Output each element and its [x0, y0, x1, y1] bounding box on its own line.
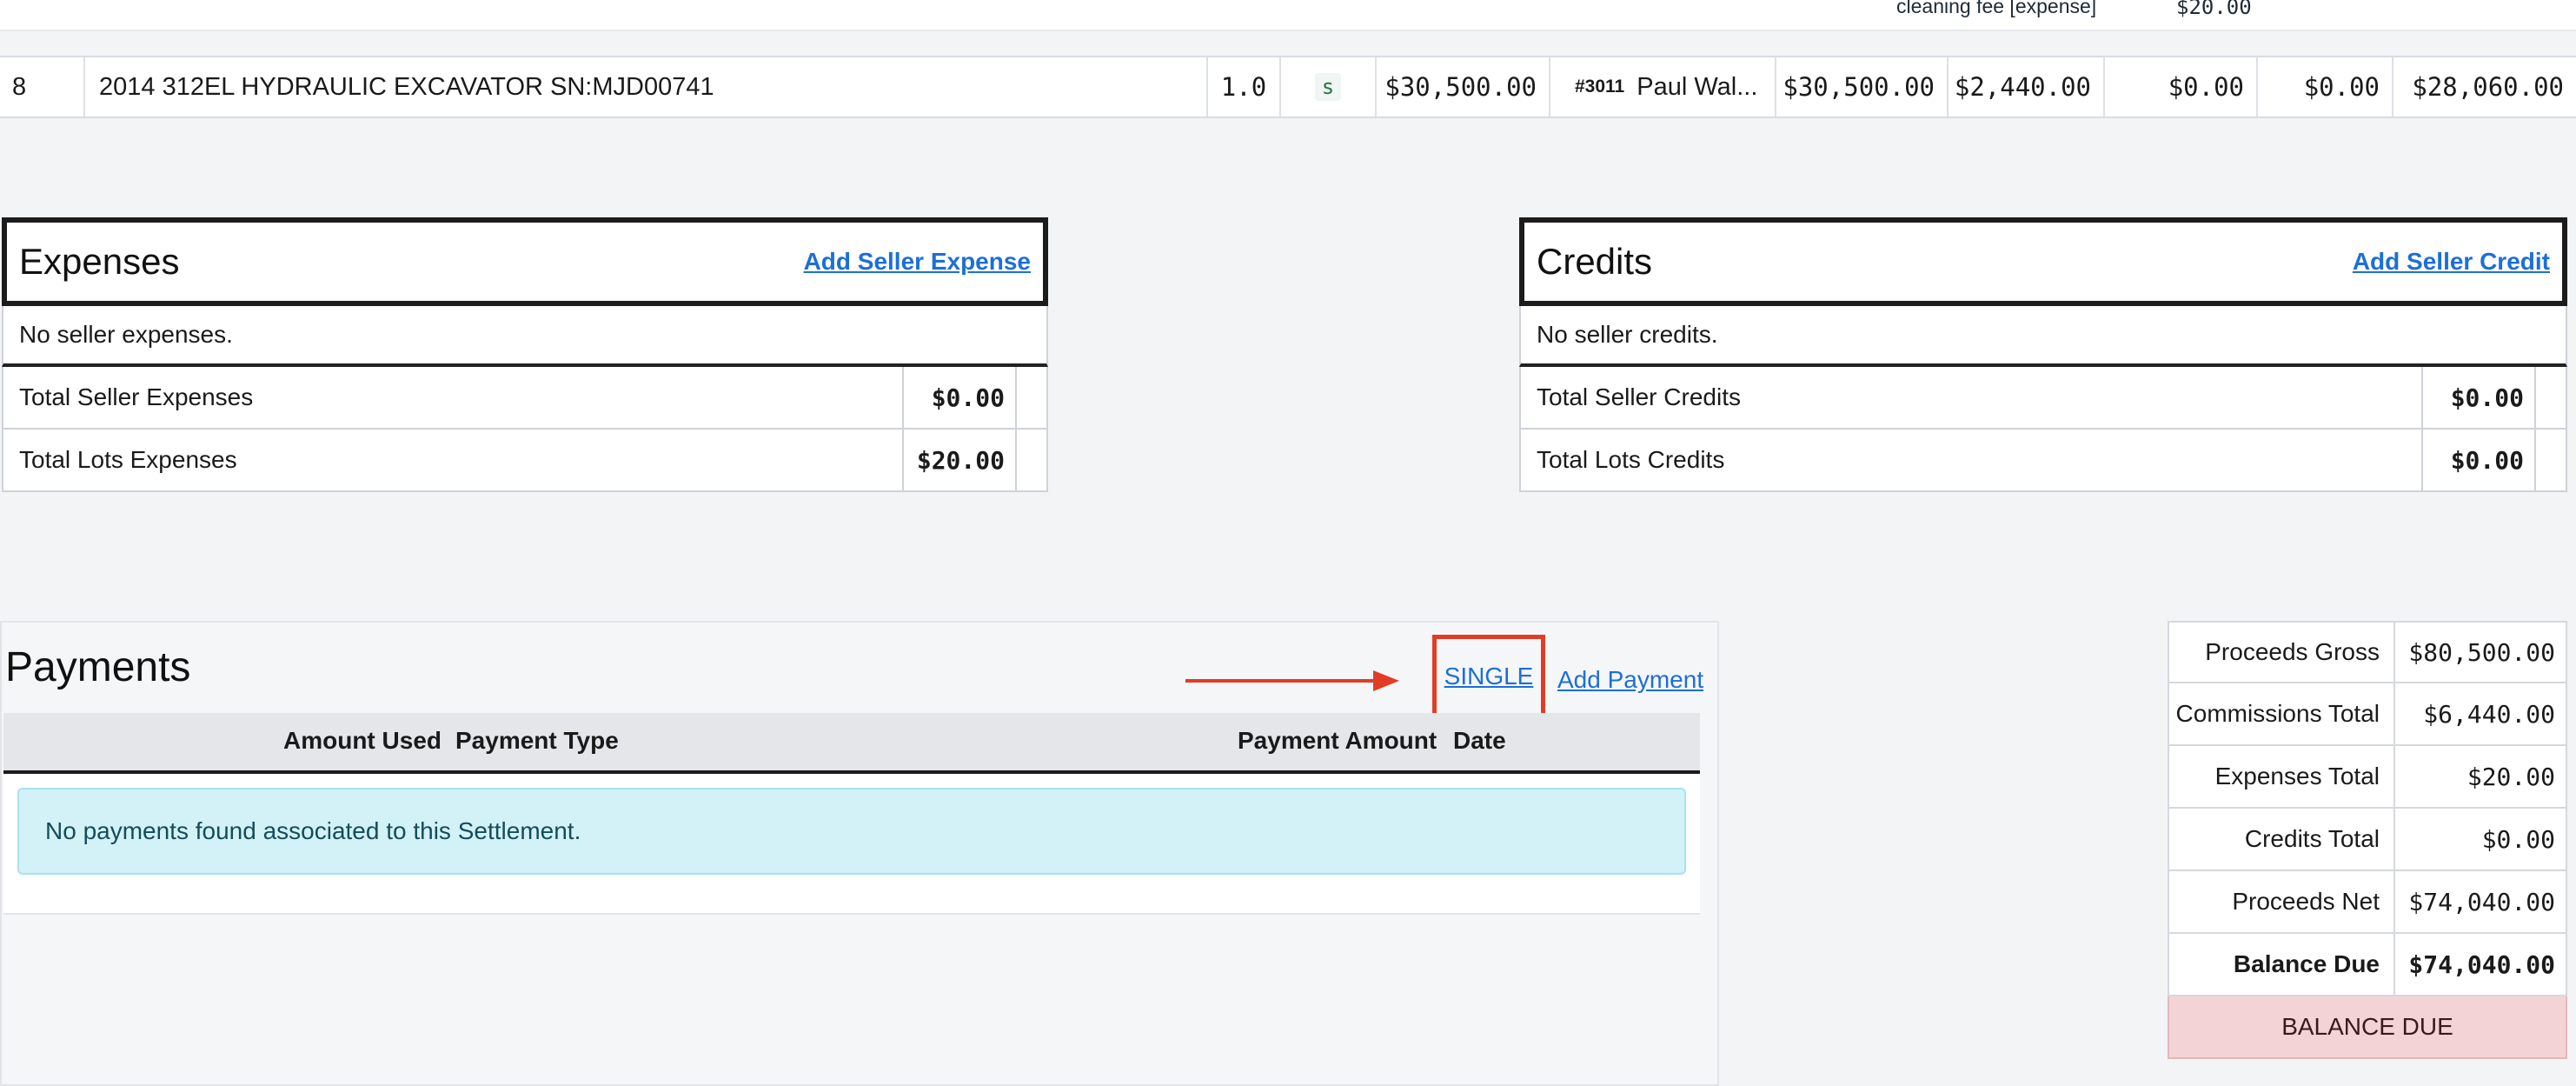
summary-row-balance-due: Balance Due $74,040.00: [2168, 934, 2567, 996]
credits-empty-text: No seller credits.: [1519, 306, 2567, 367]
expenses-panel: Expenses Add Seller Expense No seller ex…: [2, 217, 1048, 492]
payments-table-body: No payments found associated to this Set…: [3, 774, 1700, 915]
summary-value: $74,040.00: [2408, 949, 2555, 979]
summary-row: Proceeds Net $74,040.00: [2168, 871, 2567, 934]
credits-header: Credits Add Seller Credit: [1519, 217, 2567, 306]
summary-value: $0.00: [2481, 824, 2555, 854]
summary-label: Proceeds Gross: [2169, 623, 2395, 682]
add-payment-link[interactable]: Add Payment: [1557, 666, 1703, 694]
expenses-total-row: Total Lots Expenses $20.00: [2, 430, 1048, 492]
buyer-number: #3011: [1575, 77, 1625, 97]
lot-fee-label: cleaning fee [expense]: [1896, 0, 2097, 17]
table-row[interactable]: 8 2014 312EL HYDRAULIC EXCAVATOR SN:MJD0…: [0, 56, 2576, 118]
lot-quantity: 1.0: [1208, 57, 1281, 117]
total-lots-expenses-label: Total Lots Expenses: [19, 446, 237, 473]
expenses-empty-text: No seller expenses.: [2, 306, 1048, 367]
summary-value: $80,500.00: [2408, 637, 2555, 667]
lot-commission: $2,440.00: [1949, 57, 2105, 117]
summary-row: Credits Total $0.00: [2168, 809, 2567, 871]
payments-panel: Payments SINGLE Add Payment Amount Used …: [0, 621, 1719, 1086]
previous-row-tail: cleaning fee [expense] $20.00: [0, 0, 2576, 31]
payments-table-header: Amount Used Payment Type Payment Amount …: [3, 713, 1700, 774]
settlement-summary: Proceeds Gross $80,500.00 Commissions To…: [2168, 621, 2567, 1059]
lot-expenses: $0.00: [2105, 57, 2258, 117]
expenses-title: Expenses: [19, 241, 180, 282]
summary-label: Proceeds Net: [2169, 871, 2395, 932]
summary-label: Balance Due: [2169, 934, 2395, 995]
summary-row: Expenses Total $20.00: [2168, 746, 2567, 809]
expenses-total-row: Total Seller Expenses $0.00: [2, 367, 1048, 430]
credits-title: Credits: [1537, 241, 1653, 282]
total-lots-expenses-value: $20.00: [902, 430, 1015, 490]
lot-status: s: [1281, 57, 1377, 117]
summary-row: Commissions Total $6,440.00: [2168, 683, 2567, 746]
credits-total-row: Total Seller Credits $0.00: [1519, 367, 2567, 430]
summary-label: Commissions Total: [2169, 683, 2395, 744]
lot-gross: $30,500.00: [1776, 57, 1949, 117]
lot-buyer[interactable]: #3011 Paul Wal...: [1550, 57, 1776, 117]
single-highlight-box: SINGLE: [1432, 635, 1545, 718]
total-seller-expenses-label: Total Seller Expenses: [19, 383, 254, 410]
add-seller-credit-link[interactable]: Add Seller Credit: [2353, 248, 2550, 276]
summary-row: Proceeds Gross $80,500.00: [2168, 621, 2567, 683]
lot-net: $28,060.00: [2412, 72, 2564, 102]
total-lots-credits-label: Total Lots Credits: [1537, 446, 1725, 473]
credits-panel: Credits Add Seller Credit No seller cred…: [1519, 217, 2567, 492]
lot-credits: $0.00: [2258, 57, 2393, 117]
total-seller-credits-value: $0.00: [2421, 367, 2534, 428]
summary-value: $74,040.00: [2408, 887, 2555, 916]
column-payment-type[interactable]: Payment Type: [455, 727, 619, 755]
total-seller-expenses-value: $0.00: [902, 367, 1015, 428]
summary-label: Credits Total: [2169, 809, 2395, 869]
column-date[interactable]: Date: [1453, 727, 1506, 755]
status-badge: s: [1314, 73, 1342, 101]
buyer-name: Paul Wal...: [1637, 72, 1758, 101]
lot-price: $30,500.00: [1377, 57, 1550, 117]
lot-description: 2014 312EL HYDRAULIC EXCAVATOR SN:MJD007…: [85, 57, 1208, 117]
lot-number: 8: [0, 57, 85, 117]
total-lots-credits-value: $0.00: [2421, 430, 2534, 490]
single-payment-link[interactable]: SINGLE: [1444, 663, 1534, 690]
expenses-header: Expenses Add Seller Expense: [2, 217, 1048, 306]
column-amount-used[interactable]: Amount Used: [283, 727, 442, 755]
payments-title: Payments: [5, 644, 191, 690]
arrow-right-icon: [1185, 670, 1399, 691]
summary-value: $20.00: [2466, 762, 2555, 791]
no-payments-alert: No payments found associated to this Set…: [17, 788, 1686, 875]
summary-label: Expenses Total: [2169, 746, 2395, 807]
total-seller-credits-label: Total Seller Credits: [1537, 383, 1741, 410]
lot-fee-amount: $20.00: [2176, 0, 2252, 19]
add-seller-expense-link[interactable]: Add Seller Expense: [804, 248, 1031, 276]
summary-value: $6,440.00: [2423, 699, 2555, 729]
column-payment-amount[interactable]: Payment Amount: [1238, 727, 1437, 755]
credits-total-row: Total Lots Credits $0.00: [1519, 430, 2567, 492]
balance-due-badge: BALANCE DUE: [2168, 996, 2567, 1059]
